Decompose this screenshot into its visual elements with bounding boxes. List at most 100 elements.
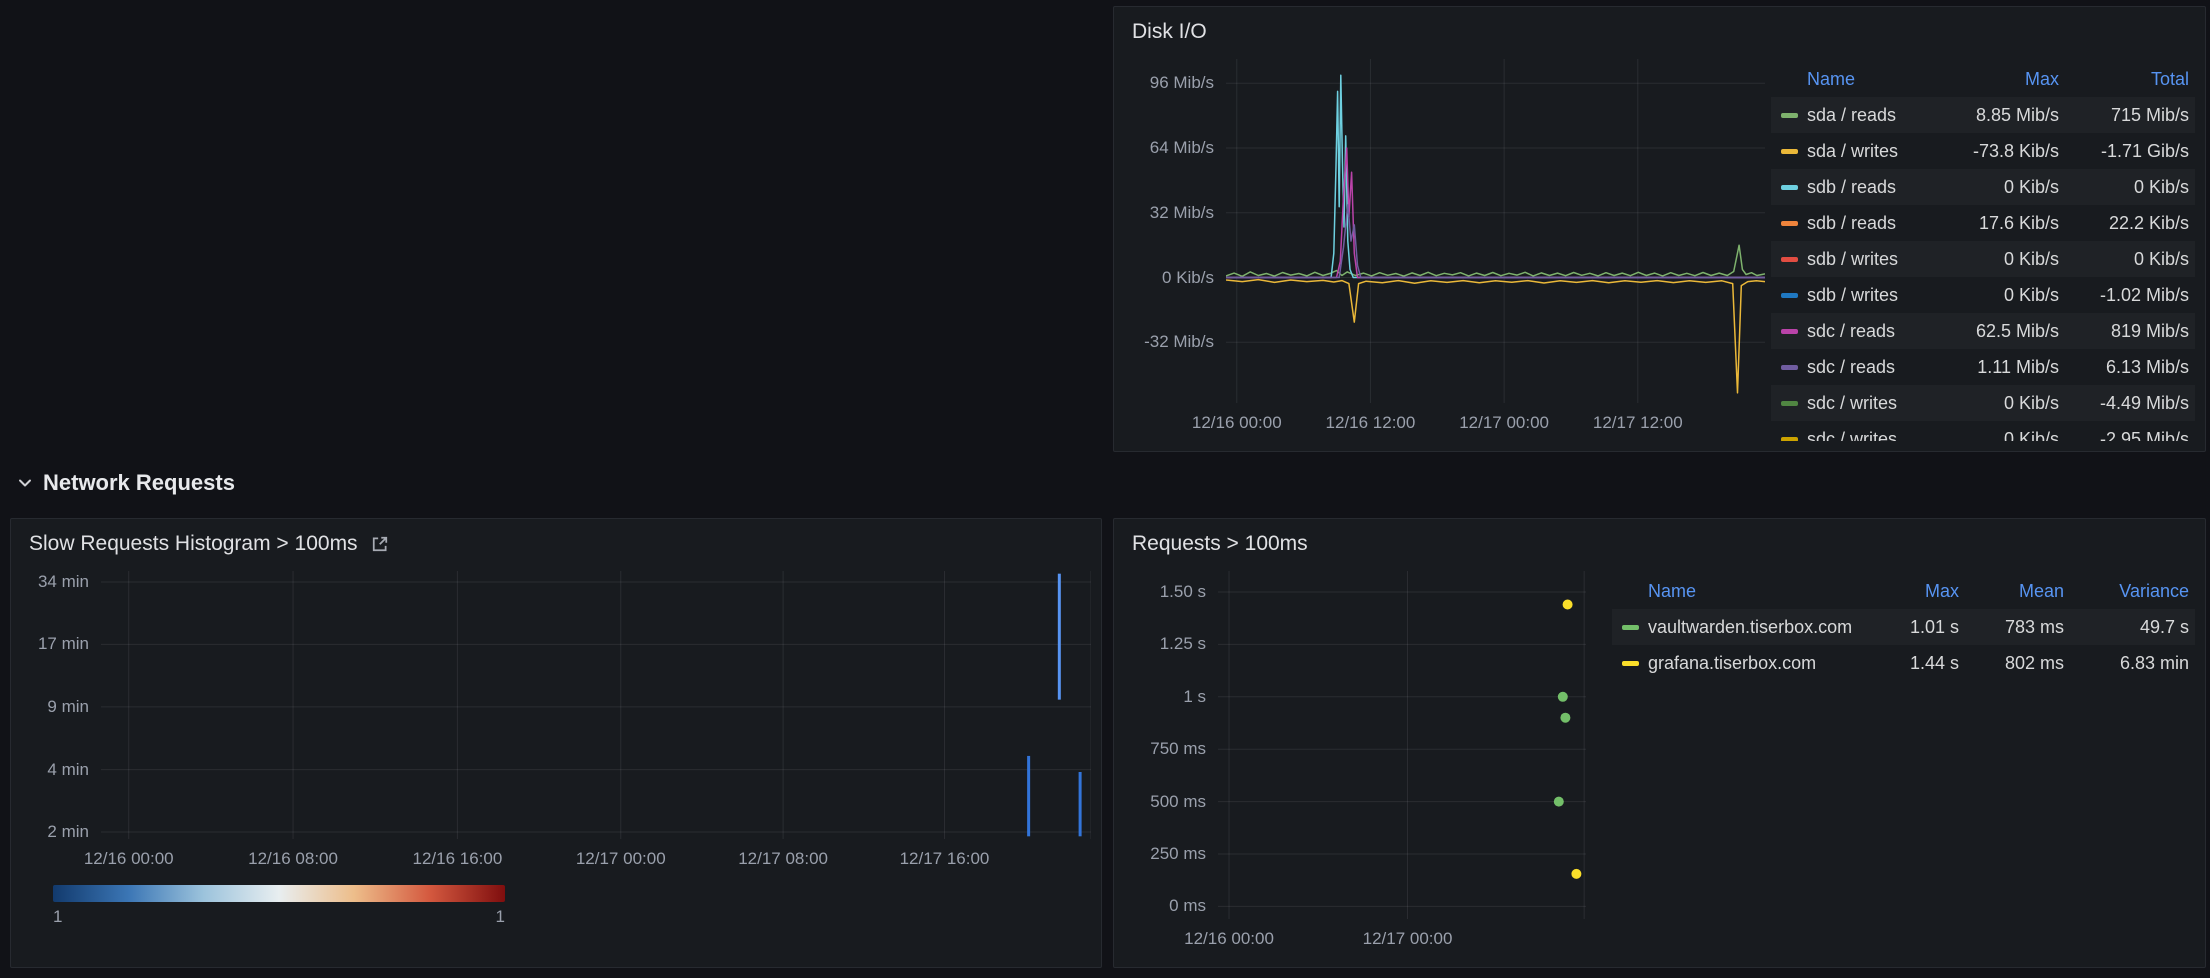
requests-y-axis: 1.50 s1.25 s1 s750 ms500 ms250 ms0 ms	[1126, 571, 1218, 919]
disk-plot-area[interactable]	[1226, 59, 1765, 403]
legend-value: 17.6 Kib/s	[1925, 213, 2065, 234]
requests-plot-area[interactable]	[1218, 571, 1586, 919]
panel-title-requests: Requests > 100ms	[1132, 532, 1308, 556]
legend-series-name: sdc / writes	[1807, 429, 1925, 442]
panel-body-requests: 1.50 s1.25 s1 s750 ms500 ms250 ms0 ms 12…	[1126, 571, 2195, 957]
legend-value: 802 ms	[1965, 653, 2070, 674]
legend-header-cell[interactable]: Total	[2065, 69, 2195, 90]
legend-series-name: sdb / reads	[1807, 177, 1925, 198]
y-tick-label: 1 s	[1183, 687, 1206, 707]
legend-row[interactable]: sdc / writes0 Kib/s-4.49 Mib/s	[1771, 385, 2195, 421]
legend-row[interactable]: vaultwarden.tiserbox.com1.01 s783 ms49.7…	[1612, 609, 2195, 645]
x-tick-label: 12/17 08:00	[738, 849, 828, 869]
legend-value: 0 Kib/s	[1925, 177, 2065, 198]
legend-header-cell[interactable]: Name	[1807, 69, 1925, 90]
x-tick-label: 12/16 16:00	[412, 849, 502, 869]
legend-row[interactable]: sda / writes-73.8 Kib/s-1.71 Gib/s	[1771, 133, 2195, 169]
y-tick-label: 32 Mib/s	[1150, 203, 1214, 223]
legend-value: -73.8 Kib/s	[1925, 141, 2065, 162]
legend-series-name: vaultwarden.tiserbox.com	[1648, 617, 1865, 638]
x-tick-label: 12/16 08:00	[248, 849, 338, 869]
legend-value: 22.2 Kib/s	[2065, 213, 2195, 234]
legend-header-cell[interactable]: Max	[1865, 581, 1965, 602]
slow-requests-heatmap: 34 min17 min9 min4 min2 min 12/16 00:001…	[23, 571, 1091, 877]
legend-series-name: grafana.tiserbox.com	[1648, 653, 1865, 674]
legend-header-cell[interactable]: Max	[1925, 69, 2065, 90]
y-tick-label: 17 min	[38, 634, 89, 654]
color-scale: 1 1	[53, 885, 505, 927]
legend-value: -1.02 Mib/s	[2065, 285, 2195, 306]
legend-header-cell[interactable]: Variance	[2070, 581, 2195, 602]
legend-header-cell[interactable]: Mean	[1965, 581, 2070, 602]
x-tick-label: 12/16 12:00	[1326, 413, 1416, 433]
x-tick-label: 12/17 00:00	[1459, 413, 1549, 433]
legend-series-name: sdc / writes	[1807, 393, 1925, 414]
legend-series-name: sdb / writes	[1807, 285, 1925, 306]
legend-row[interactable]: sdc / reads1.11 Mib/s6.13 Mib/s	[1771, 349, 2195, 385]
series-color-swatch	[1781, 185, 1798, 190]
color-scale-labels: 1 1	[53, 907, 505, 927]
series-color-swatch	[1781, 401, 1798, 406]
x-tick-label: 12/16 00:00	[1184, 929, 1274, 949]
legend-value: 0 Kib/s	[2065, 249, 2195, 270]
series-color-swatch	[1781, 149, 1798, 154]
external-link-icon[interactable]	[370, 534, 390, 554]
legend-row[interactable]: sda / reads8.85 Mib/s715 Mib/s	[1771, 97, 2195, 133]
legend-row[interactable]: sdc / reads62.5 Mib/s819 Mib/s	[1771, 313, 2195, 349]
disk-x-axis: 12/16 00:0012/16 12:0012/17 00:0012/17 1…	[1226, 403, 1765, 441]
panel-header-slow-requests[interactable]: Slow Requests Histogram > 100ms	[11, 519, 1101, 569]
legend-value: 1.44 s	[1865, 653, 1965, 674]
legend-value: 0 Kib/s	[1925, 429, 2065, 442]
chart-canvas[interactable]	[1218, 571, 1586, 919]
y-tick-label: 750 ms	[1150, 739, 1206, 759]
legend-value: 0 Kib/s	[1925, 393, 2065, 414]
disk-legend-table: NameMaxTotalsda / reads8.85 Mib/s715 Mib…	[1771, 61, 2195, 441]
y-tick-label: 0 ms	[1169, 896, 1206, 916]
series-color-swatch	[1781, 365, 1798, 370]
panel-header-disk-io[interactable]: Disk I/O	[1114, 7, 2205, 57]
y-tick-label: 96 Mib/s	[1150, 73, 1214, 93]
y-tick-label: 2 min	[47, 822, 89, 842]
legend-row[interactable]: grafana.tiserbox.com1.44 s802 ms6.83 min	[1612, 645, 2195, 681]
y-tick-label: 9 min	[47, 697, 89, 717]
legend-row[interactable]: sdb / reads0 Kib/s0 Kib/s	[1771, 169, 2195, 205]
legend-value: -1.71 Gib/s	[2065, 141, 2195, 162]
panel-disk-io: Disk I/O 96 Mib/s64 Mib/s32 Mib/s0 Kib/s…	[1113, 6, 2206, 452]
disk-io-chart: 96 Mib/s64 Mib/s32 Mib/s0 Kib/s-32 Mib/s…	[1126, 59, 1765, 441]
legend-series-name: sdb / writes	[1807, 249, 1925, 270]
legend-value: 819 Mib/s	[2065, 321, 2195, 342]
chart-canvas[interactable]	[1226, 59, 1765, 403]
legend-value: 783 ms	[1965, 617, 2070, 638]
series-color-swatch	[1622, 625, 1639, 630]
series-color-swatch	[1622, 661, 1639, 666]
chevron-down-icon	[16, 474, 34, 492]
panel-requests: Requests > 100ms 1.50 s 1.25 s 1 s 750 ms 50…	[1113, 518, 2206, 968]
y-tick-label: 1.50 s	[1160, 582, 1206, 602]
chart-canvas[interactable]	[101, 571, 1091, 839]
y-tick-label: 1.25 s	[1160, 634, 1206, 654]
panel-title-disk-io: Disk I/O	[1132, 20, 1207, 44]
legend-value: 1.11 Mib/s	[1925, 357, 2065, 378]
legend-row[interactable]: sdc / writes0 Kib/s-2.95 Mib/s	[1771, 421, 2195, 441]
row-network-requests[interactable]: Network Requests	[16, 470, 235, 496]
histogram-y-axis: 34 min17 min9 min4 min2 min	[23, 571, 101, 839]
panel-body-disk-io: 96 Mib/s64 Mib/s32 Mib/s0 Kib/s-32 Mib/s…	[1126, 59, 2195, 441]
x-tick-label: 12/16 00:00	[1192, 413, 1282, 433]
legend-series-name: sdc / reads	[1807, 321, 1925, 342]
legend-value: 1.01 s	[1865, 617, 1965, 638]
series-color-swatch	[1781, 221, 1798, 226]
legend-row[interactable]: sdb / writes0 Kib/s-1.02 Mib/s	[1771, 277, 2195, 313]
legend-value: 715 Mib/s	[2065, 105, 2195, 126]
legend-row[interactable]: sdb / reads17.6 Kib/s22.2 Kib/s	[1771, 205, 2195, 241]
y-tick-label: 500 ms	[1150, 792, 1206, 812]
histogram-plot-area[interactable]	[101, 571, 1091, 839]
legend-row[interactable]: sdb / writes0 Kib/s0 Kib/s	[1771, 241, 2195, 277]
legend-value: -2.95 Mib/s	[2065, 429, 2195, 442]
row-title: Network Requests	[43, 470, 235, 496]
legend-header-cell[interactable]: Name	[1648, 581, 1865, 602]
panel-header-requests[interactable]: Requests > 100ms	[1114, 519, 2205, 569]
grafana-dashboard: { "colors": { "page_bg": "#111217", "pan…	[0, 0, 2210, 978]
legend-value: 6.13 Mib/s	[2065, 357, 2195, 378]
legend-header-row: NameMaxTotal	[1771, 61, 2195, 97]
series-color-swatch	[1781, 257, 1798, 262]
